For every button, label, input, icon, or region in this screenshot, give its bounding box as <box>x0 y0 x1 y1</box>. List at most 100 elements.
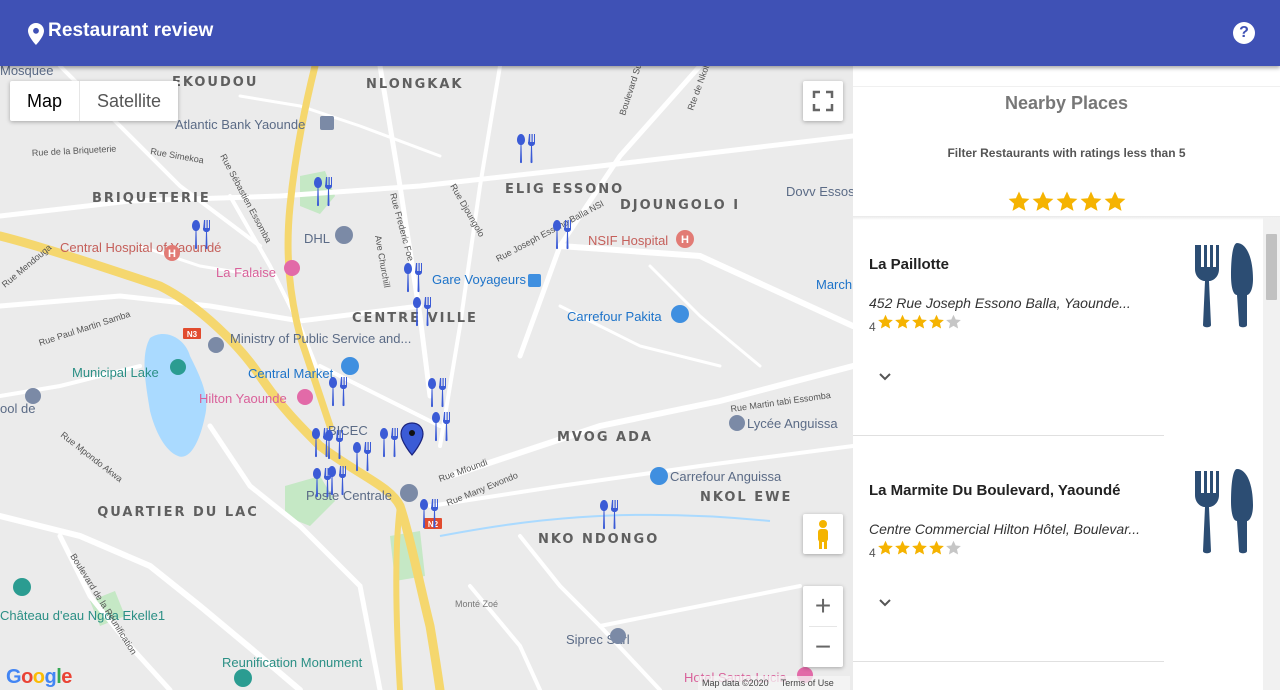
restaurant-marker-icon[interactable] <box>380 428 398 458</box>
pegman-icon <box>818 520 828 549</box>
rating-stars <box>877 313 962 330</box>
google-logo[interactable]: Google <box>6 666 72 689</box>
star-empty-icon <box>946 540 961 555</box>
zoom-out-button[interactable]: − <box>803 627 843 667</box>
street-label: Boulevard de la Reunification <box>68 552 139 657</box>
star-filled-icon <box>895 540 910 555</box>
landmark-icon <box>234 669 252 687</box>
place-label: Municipal Lake <box>72 365 159 380</box>
svg-text:QUARTIER DU LAC: QUARTIER DU LAC <box>97 505 259 520</box>
district-label: BRIQUETERIE <box>92 191 211 206</box>
chevron-down-icon[interactable] <box>877 597 893 609</box>
place-label: BICEC <box>328 423 368 438</box>
place-label: Hilton Yaounde <box>199 391 287 406</box>
restaurant-marker-icon[interactable] <box>329 377 347 407</box>
star-filled-icon[interactable] <box>1007 190 1031 212</box>
svg-text:N2: N2 <box>428 520 439 529</box>
place-label: Mosquee <box>0 66 53 78</box>
road-shield-n3: N3 <box>183 328 201 339</box>
district-label: DJOUNGOLO I <box>620 198 740 213</box>
train-icon <box>528 274 541 287</box>
mail-icon <box>335 226 353 244</box>
map-type-map-button[interactable]: Map <box>10 81 79 121</box>
app-title: Restaurant review <box>48 20 214 41</box>
map-type-satellite-button[interactable]: Satellite <box>80 81 178 121</box>
place-label: Carrefour Pakita <box>567 309 662 324</box>
district-label: ELIG ESSONO <box>505 182 624 197</box>
star-filled-icon[interactable] <box>1103 190 1127 212</box>
lake-icon <box>170 359 186 375</box>
current-location-pin-icon <box>400 422 424 456</box>
chevron-down-icon[interactable] <box>877 371 893 383</box>
place-label: NSIF Hospital <box>588 233 668 248</box>
main-highway <box>393 503 403 690</box>
restaurant-address: Centre Commercial Hilton Hôtel, Boulevar… <box>869 521 1141 537</box>
place-label: Central Hospital of Yaoundé <box>60 240 221 255</box>
street-label: Rue Mendouga <box>0 242 53 289</box>
map-canvas[interactable]: N3 N2 NLONGKAK EKOUDOU BRIQUETERIE ELIG … <box>0 66 853 690</box>
district-label: MVOG ADA <box>557 430 653 445</box>
app-bar: Restaurant review ? <box>0 0 1280 66</box>
street-label: Rue Paul Martin Samba <box>38 309 132 348</box>
help-button[interactable]: ? <box>1233 22 1255 44</box>
divider <box>853 661 1164 662</box>
restaurant-name[interactable]: La Marmite Du Boulevard, Yaoundé <box>869 482 1120 499</box>
restaurant-card[interactable]: La Marmite Du Boulevard, Yaoundé Centre … <box>853 442 1253 662</box>
district-label: NLONGKAK <box>366 77 464 92</box>
map-view[interactable]: N3 N2 NLONGKAK EKOUDOU BRIQUETERIE ELIG … <box>0 66 853 690</box>
star-filled-icon <box>912 314 927 329</box>
bank-icon <box>320 116 334 130</box>
hotel-icon <box>284 260 300 276</box>
star-empty-icon <box>946 314 961 329</box>
government-icon <box>208 337 224 353</box>
district-label: EKOUDOU <box>172 75 258 90</box>
municipal-lake-water <box>144 334 207 457</box>
shopping-icon <box>341 357 359 375</box>
star-filled-icon[interactable] <box>1055 190 1079 212</box>
district-label: NKO NDONGO <box>538 532 659 547</box>
map-pin-icon <box>610 628 626 644</box>
district-label: CENTRE VILLE <box>352 311 478 326</box>
utensils-icon <box>1195 243 1253 328</box>
panel-heading: Nearby Places <box>1004 93 1129 113</box>
star-filled-icon <box>878 540 893 555</box>
hospital-icon: H <box>676 230 694 248</box>
zoom-in-button[interactable]: + <box>803 586 843 626</box>
place-label: La Falaise <box>216 265 276 280</box>
list-top-shadow <box>853 216 1280 220</box>
fullscreen-icon <box>812 90 834 112</box>
place-label: Dovv Essos <box>786 184 853 199</box>
star-filled-icon[interactable] <box>1031 190 1055 212</box>
restaurant-marker-icon[interactable] <box>517 134 535 164</box>
terms-of-use-link[interactable]: Terms of Use <box>781 678 834 688</box>
utensils-icon <box>1195 469 1253 554</box>
restaurant-list[interactable]: La Paillotte 452 Rue Joseph Essono Balla… <box>853 216 1280 690</box>
mail-icon <box>400 484 418 502</box>
star-filled-icon[interactable] <box>1079 190 1103 212</box>
place-label: Central Market <box>248 366 334 381</box>
street-label: Boulevard Sud Elig <box>617 66 650 117</box>
list-scrollbar[interactable] <box>1263 218 1280 690</box>
place-label: Gare Voyageurs <box>432 272 526 287</box>
shopping-icon <box>671 305 689 323</box>
restaurant-card[interactable]: La Paillotte 452 Rue Joseph Essono Balla… <box>853 216 1253 436</box>
scrollbar-thumb[interactable] <box>1266 234 1277 300</box>
divider <box>853 435 1164 436</box>
street-label: Rue de la Briqueterie <box>32 144 117 158</box>
map-attribution: Map data ©2020 Terms of Use <box>698 676 850 690</box>
fullscreen-button[interactable] <box>803 81 843 121</box>
place-label: Atlantic Bank Yaounde <box>175 117 305 132</box>
svg-text:H: H <box>168 248 176 260</box>
star-filled-icon <box>878 314 893 329</box>
star-filled-icon <box>929 540 944 555</box>
school-icon <box>25 388 41 404</box>
nearby-places-panel: Nearby Places Filter Restaurants with ra… <box>853 66 1280 690</box>
place-label: Ministry of Public Service and... <box>230 331 411 346</box>
street-view-pegman-button[interactable] <box>803 514 843 554</box>
district-label: NKOL EWE <box>700 490 792 505</box>
location-pin-icon <box>28 23 44 45</box>
hotel-icon <box>297 389 313 405</box>
restaurant-name[interactable]: La Paillotte <box>869 256 949 273</box>
star-filled-icon <box>929 314 944 329</box>
rating-filter-stars[interactable] <box>1007 190 1127 212</box>
